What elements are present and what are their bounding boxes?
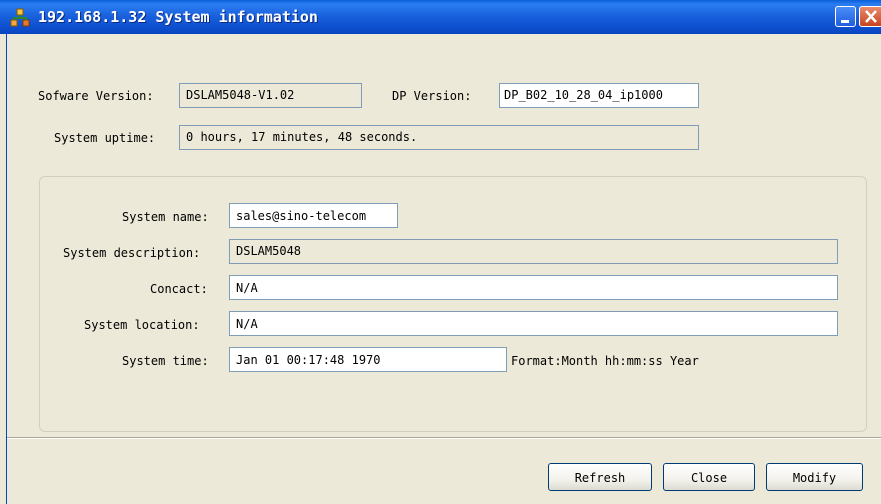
contact-input[interactable] (229, 275, 838, 300)
close-icon (865, 10, 877, 23)
refresh-button[interactable]: Refresh (548, 463, 652, 491)
system-description-field: DSLAM5048 (229, 239, 838, 264)
system-location-input[interactable] (229, 311, 838, 336)
separator (7, 437, 881, 439)
contact-label: Concact: (150, 282, 208, 296)
system-time-input[interactable] (229, 347, 507, 372)
system-location-label: System location: (84, 318, 200, 332)
software-version-field: DSLAM5048-V1.02 (179, 83, 362, 108)
system-time-label: System time: (122, 354, 209, 368)
title-bar[interactable]: 192.168.1.32 System information (0, 0, 881, 34)
system-name-input[interactable] (229, 203, 398, 228)
dp-version-field: DP_B02_10_28_04_ip1000 (499, 83, 699, 108)
dp-version-label: DP Version: (392, 89, 472, 103)
time-format-hint: Format:Month hh:mm:ss Year (511, 354, 699, 368)
close-window-button[interactable] (859, 6, 881, 27)
close-button[interactable]: Close (663, 463, 755, 491)
system-name-label: System name: (122, 210, 209, 224)
software-version-label: Sofware Version: (38, 89, 154, 103)
system-uptime-label: System uptime: (54, 131, 156, 145)
window-title: 192.168.1.32 System information (38, 8, 318, 26)
minimize-button[interactable] (835, 6, 856, 27)
modify-button[interactable]: Modify (766, 463, 863, 491)
network-icon (10, 8, 30, 28)
system-description-label: System description: (63, 246, 201, 260)
dialog-client-area: Sofware Version: DSLAM5048-V1.02 DP Vers… (6, 34, 881, 504)
system-uptime-field: 0 hours, 17 minutes, 48 seconds. (179, 125, 699, 150)
